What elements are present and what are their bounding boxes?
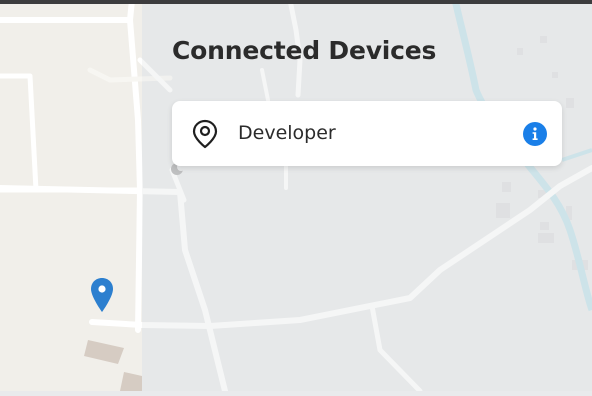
device-card[interactable]: Developer: [172, 101, 562, 166]
map-marker-icon[interactable]: [89, 277, 115, 313]
top-bar: [0, 0, 592, 4]
info-icon[interactable]: [523, 122, 547, 146]
map-pin-outline-icon: [191, 119, 219, 149]
panel-title: Connected Devices: [172, 36, 437, 65]
device-label: Developer: [238, 122, 336, 144]
